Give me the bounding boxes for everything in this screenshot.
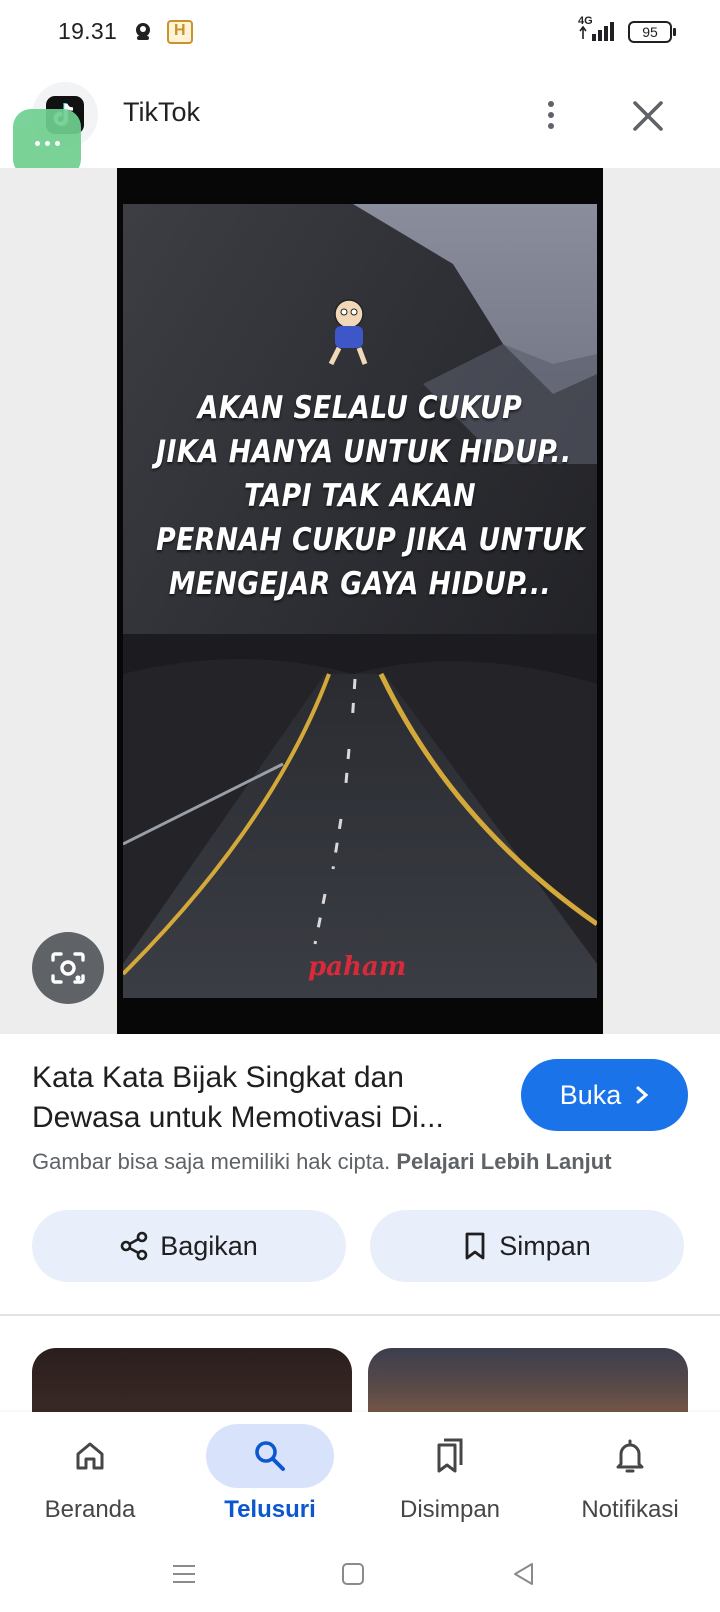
quote-line: JIKA HANYA UNTUK HIDUP.. bbox=[156, 434, 572, 470]
nav-label: Notifikasi bbox=[581, 1496, 679, 1523]
nav-label: Disimpan bbox=[399, 1496, 501, 1523]
quote-text: AKAN SELALU CUKUP JIKA HANYA UNTUK HIDUP… bbox=[156, 386, 586, 606]
status-time: 19.31 bbox=[58, 18, 118, 44]
nav-label: Beranda bbox=[44, 1496, 136, 1523]
copyright-notice: Gambar bisa saja memiliki hak cipta. Pel… bbox=[32, 1149, 612, 1175]
learn-more-link[interactable]: Pelajari Lebih Lanjut bbox=[396, 1149, 611, 1174]
related-image-thumbnail[interactable] bbox=[368, 1348, 688, 1418]
notification-app-icon-2 bbox=[167, 20, 193, 44]
nav-item-telusuri[interactable]: Telusuri bbox=[180, 1412, 360, 1536]
more-vert-icon[interactable] bbox=[536, 94, 566, 136]
bookmark-icon bbox=[465, 1232, 485, 1260]
source-header: TikTok bbox=[0, 64, 720, 168]
related-image-thumbnail[interactable] bbox=[32, 1348, 352, 1418]
battery-level: 95 bbox=[642, 24, 658, 40]
close-icon[interactable] bbox=[628, 96, 668, 136]
quote-line: AKAN SELALU CUKUP bbox=[197, 390, 523, 426]
image-viewer: AKAN SELALU CUKUP JIKA HANYA UNTUK HIDUP… bbox=[0, 168, 720, 1034]
square-icon bbox=[342, 1563, 364, 1585]
status-bar: 19.31 4G 95 bbox=[0, 0, 720, 64]
nav-pill-active bbox=[206, 1424, 334, 1488]
signal-icon: 4G bbox=[578, 15, 620, 43]
share-button[interactable]: Bagikan bbox=[32, 1210, 346, 1282]
save-label: Simpan bbox=[499, 1230, 591, 1261]
collections-icon bbox=[437, 1438, 463, 1473]
search-icon bbox=[255, 1441, 285, 1471]
quote-line: TAPI TAK AKAN bbox=[243, 478, 477, 514]
source-title[interactable]: TikTok bbox=[123, 97, 200, 128]
nav-pill bbox=[386, 1424, 514, 1488]
system-navigation-bar bbox=[0, 1536, 720, 1612]
divider bbox=[0, 1314, 720, 1316]
home-button[interactable] bbox=[337, 1558, 369, 1590]
back-button[interactable] bbox=[508, 1558, 540, 1590]
home-icon bbox=[76, 1442, 104, 1470]
quote-line: PERNAH CUKUP JIKA UNTUK bbox=[156, 522, 586, 558]
share-label: Bagikan bbox=[160, 1230, 258, 1261]
lens-icon bbox=[51, 952, 85, 984]
nav-item-notifikasi[interactable]: Notifikasi bbox=[540, 1412, 720, 1536]
open-label: Buka bbox=[559, 1079, 622, 1110]
bottom-navigation: Beranda Telusuri Disimpan Notifikasi bbox=[0, 1412, 720, 1536]
image-frame[interactable]: AKAN SELALU CUKUP JIKA HANYA UNTUK HIDUP… bbox=[117, 168, 603, 1034]
battery-icon: 95 bbox=[628, 21, 676, 43]
lens-button[interactable] bbox=[32, 932, 104, 1004]
nav-item-disimpan[interactable]: Disimpan bbox=[360, 1412, 540, 1536]
copyright-text: Gambar bisa saja memiliki hak cipta. bbox=[32, 1149, 391, 1174]
chevron-right-icon bbox=[636, 1086, 649, 1104]
menu-icon bbox=[173, 1565, 195, 1583]
share-icon bbox=[120, 1231, 148, 1261]
nav-item-beranda[interactable]: Beranda bbox=[0, 1412, 180, 1536]
open-button[interactable]: Buka bbox=[521, 1059, 688, 1131]
result-title-line: Dewasa untuk Memotivasi Di... bbox=[32, 1101, 444, 1134]
recent-apps-button[interactable] bbox=[168, 1558, 200, 1590]
bell-icon bbox=[616, 1439, 644, 1473]
result-title[interactable]: Kata Kata Bijak Singkat dan Dewasa untuk… bbox=[32, 1058, 502, 1138]
quote-line: MENGEJAR GAYA HIDUP... bbox=[168, 566, 552, 602]
back-triangle-icon bbox=[514, 1563, 533, 1585]
nav-pill bbox=[26, 1424, 154, 1488]
floating-chat-bubble[interactable] bbox=[13, 109, 81, 177]
save-button[interactable]: Simpan bbox=[370, 1210, 684, 1282]
result-image: AKAN SELALU CUKUP JIKA HANYA UNTUK HIDUP… bbox=[123, 204, 597, 998]
notification-app-icon bbox=[136, 23, 150, 40]
image-watermark: paham bbox=[308, 952, 407, 982]
dots-icon bbox=[34, 140, 60, 146]
result-title-line: Kata Kata Bijak Singkat dan bbox=[32, 1061, 404, 1094]
nav-pill bbox=[566, 1424, 694, 1488]
nav-label: Telusuri bbox=[224, 1496, 316, 1523]
